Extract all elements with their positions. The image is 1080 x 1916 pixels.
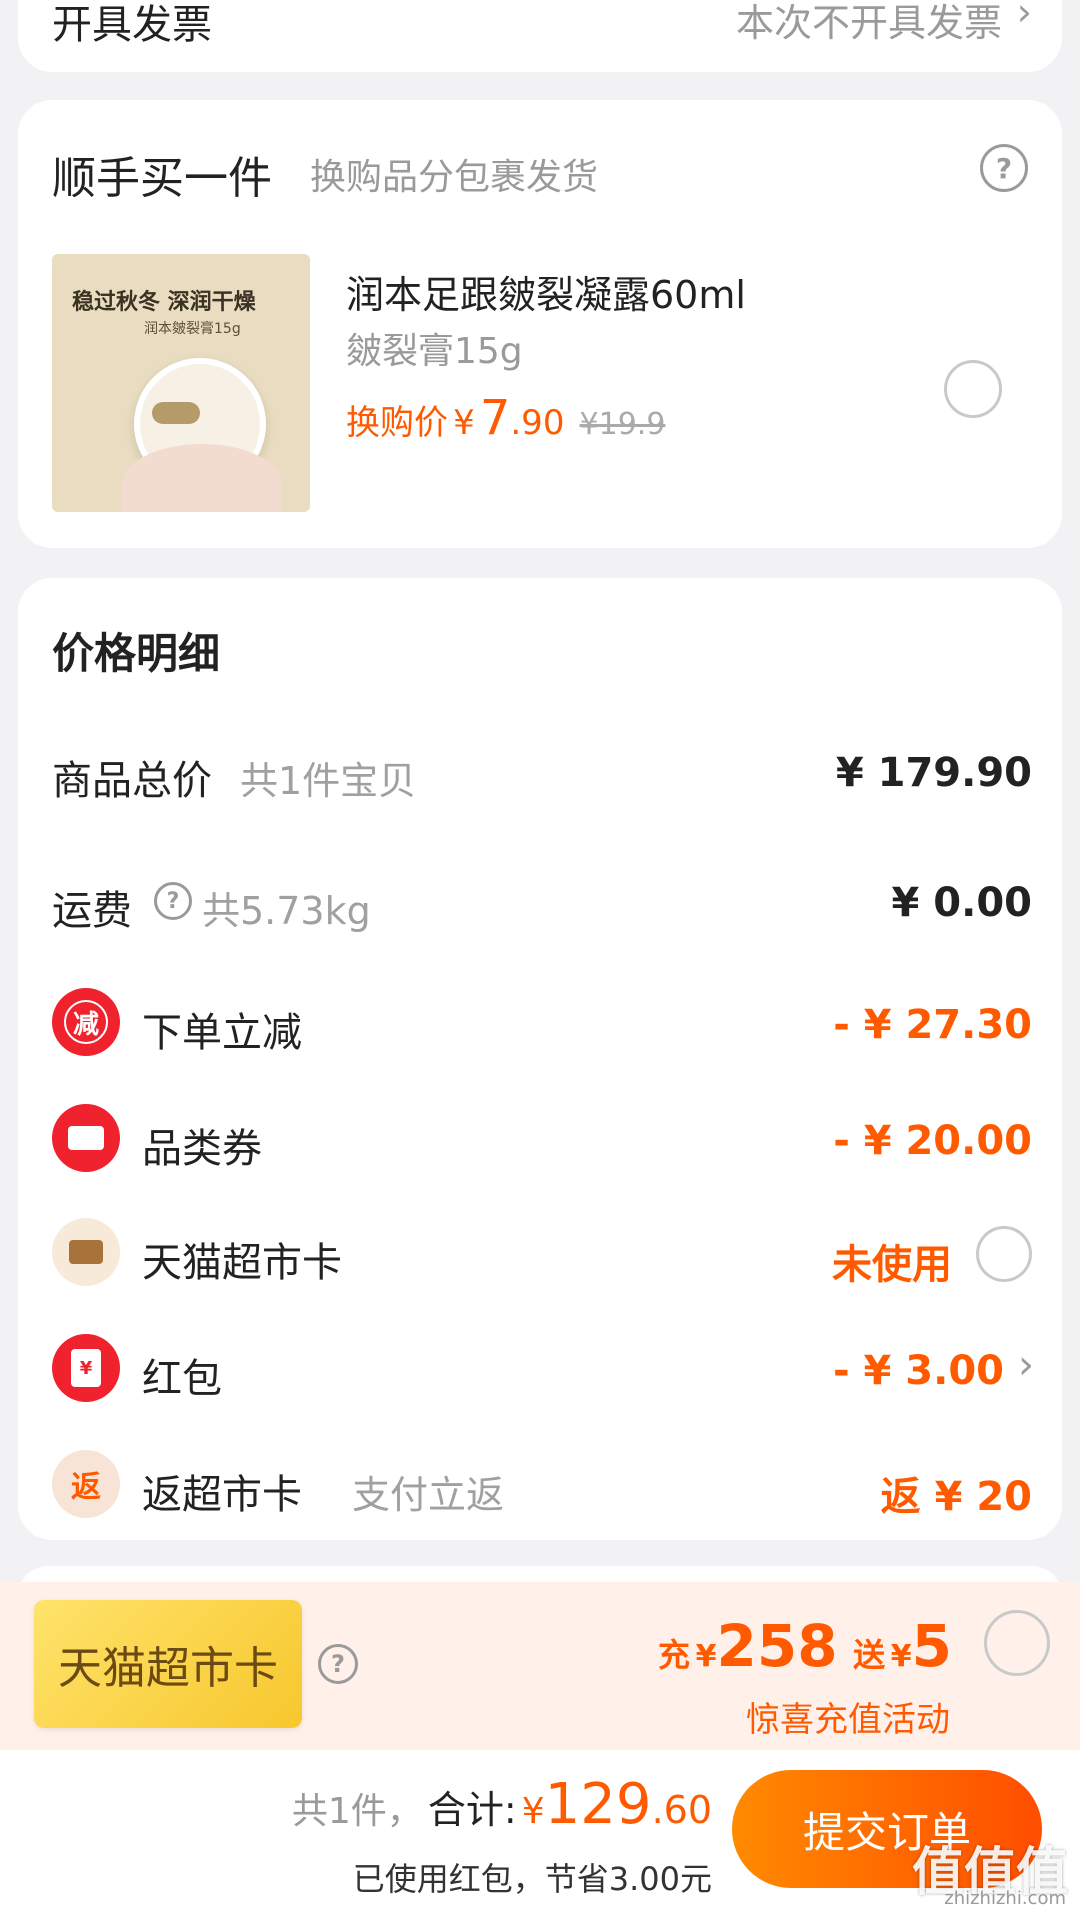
row-shipping-sub: 共5.73kg: [202, 889, 371, 933]
image-text-headline: 稳过秋冬 深润干燥: [72, 290, 256, 315]
row-goods-total-label: 商品总价: [52, 758, 212, 804]
row-coupon-label: 品类券: [142, 1126, 262, 1172]
addon-price: 换购价 ¥ 7.90 ¥19.9: [346, 390, 665, 446]
promo-charge-amount: 258: [716, 1612, 838, 1680]
row-shipping-value: ¥ 0.00: [891, 880, 1032, 926]
wallet-card-icon: [69, 1240, 103, 1264]
promo-gift-label: 送: [853, 1636, 886, 1674]
addon-product-name: 润本足跟皴裂凝露60ml: [346, 273, 746, 317]
chevron-right-icon: ›: [1016, 0, 1032, 34]
footer-currency: ¥: [521, 1791, 545, 1832]
row-cashback-label: 返超市卡: [142, 1472, 302, 1518]
invoice-card[interactable]: 开具发票 本次不开具发票 ›: [18, 0, 1062, 72]
row-discount-label: 下单立减: [142, 1010, 302, 1056]
promo-charge-label: 充: [658, 1636, 691, 1674]
addon-product-image[interactable]: 稳过秋冬 深润干燥 润本皴裂膏15g: [52, 254, 310, 512]
help-icon[interactable]: ?: [980, 144, 1028, 192]
promo-card-label: 天猫超市卡: [58, 1643, 278, 1694]
discount-badge-text: 减: [64, 1000, 108, 1044]
addon-product-spec: 皴裂膏15g: [346, 331, 523, 372]
promo-select-radio[interactable]: [984, 1610, 1050, 1676]
row-shipping-label: 运费: [52, 888, 132, 934]
addon-subtitle: 换购品分包裹发货: [310, 157, 599, 198]
chevron-right-icon[interactable]: ›: [1018, 1342, 1034, 1388]
cashback-badge-icon: 返: [52, 1450, 120, 1518]
cashback-badge-text: 返: [71, 1470, 101, 1505]
footer-total-dec: .60: [651, 1788, 712, 1832]
promo-activity: 惊喜充值活动: [746, 1700, 950, 1740]
card-badge-icon: [52, 1218, 120, 1286]
promo-offer: 充 ¥258 送 ¥5: [658, 1612, 952, 1680]
coupon-badge-icon: [52, 1104, 120, 1172]
ticket-icon: [68, 1126, 104, 1150]
addon-title: 顺手买一件: [52, 153, 272, 204]
addon-select-radio[interactable]: [944, 360, 1002, 418]
promo-charge-currency: ¥: [695, 1639, 717, 1674]
addon-price-label: 换购价: [346, 403, 448, 443]
invoice-label: 开具发票: [52, 2, 212, 48]
row-coupon-value: - ¥ 20.00: [833, 1118, 1032, 1164]
promo-help-icon[interactable]: ?: [318, 1644, 358, 1684]
recharge-promo-banner[interactable]: 天猫超市卡 ? 充 ¥258 送 ¥5 惊喜充值活动: [0, 1582, 1080, 1750]
row-discount-value: - ¥ 27.30: [833, 1002, 1032, 1048]
redpacket-badge-icon: ¥: [52, 1334, 120, 1402]
row-cashback-sub: 支付立返: [352, 1473, 505, 1517]
row-redpacket-value[interactable]: - ¥ 3.00: [833, 1348, 1004, 1394]
addon-card: 顺手买一件 换购品分包裹发货 ? 稳过秋冬 深润干燥 润本皴裂膏15g 润本足跟…: [18, 100, 1062, 548]
row-redpacket-label: 红包: [142, 1356, 222, 1402]
addon-price-dec: .90: [510, 403, 565, 443]
invoice-value: 本次不开具发票: [735, 1, 1002, 45]
price-detail-title: 价格明细: [52, 629, 221, 678]
row-card-label: 天猫超市卡: [142, 1240, 342, 1286]
card-select-radio[interactable]: [976, 1226, 1032, 1282]
watermark-url: zhizhizhi.com: [944, 1888, 1066, 1909]
price-detail-card: 价格明细 商品总价 共1件宝贝 ¥ 179.90 运费 ? 共5.73kg ¥ …: [18, 578, 1062, 1540]
redpacket-badge-text: ¥: [71, 1349, 101, 1387]
supermarket-card-image: 天猫超市卡: [34, 1600, 302, 1728]
row-goods-total-value: ¥ 179.90: [835, 750, 1032, 796]
row-goods-total-sub: 共1件宝贝: [240, 759, 417, 803]
footer-total-int: 129: [544, 1772, 652, 1837]
product-jar-label: [152, 402, 200, 424]
checkout-footer: 共1件， 合计: ¥129.60 已使用红包，节省3.00元 提交订单 值值值 …: [0, 1750, 1080, 1916]
discount-badge-icon: 减: [52, 988, 120, 1056]
promo-gift-amount: 5: [911, 1612, 952, 1680]
addon-price-int: 7: [479, 390, 511, 446]
footer-count: 共1件，: [291, 1791, 423, 1832]
row-card-value: 未使用: [832, 1242, 952, 1288]
promo-gift-currency: ¥: [890, 1639, 912, 1674]
footer-saving: 已使用红包，节省3.00元: [352, 1860, 712, 1898]
row-cashback-value: 返 ¥ 20: [880, 1474, 1032, 1520]
footer-total-label: 合计:: [427, 1788, 517, 1832]
shipping-help-icon[interactable]: ?: [154, 882, 192, 920]
image-text-product: 润本皴裂膏15g: [144, 321, 241, 337]
addon-price-currency: ¥: [453, 403, 475, 443]
addon-original-price: ¥19.9: [579, 407, 666, 442]
footer-total-line: 共1件， 合计: ¥129.60: [292, 1772, 712, 1837]
